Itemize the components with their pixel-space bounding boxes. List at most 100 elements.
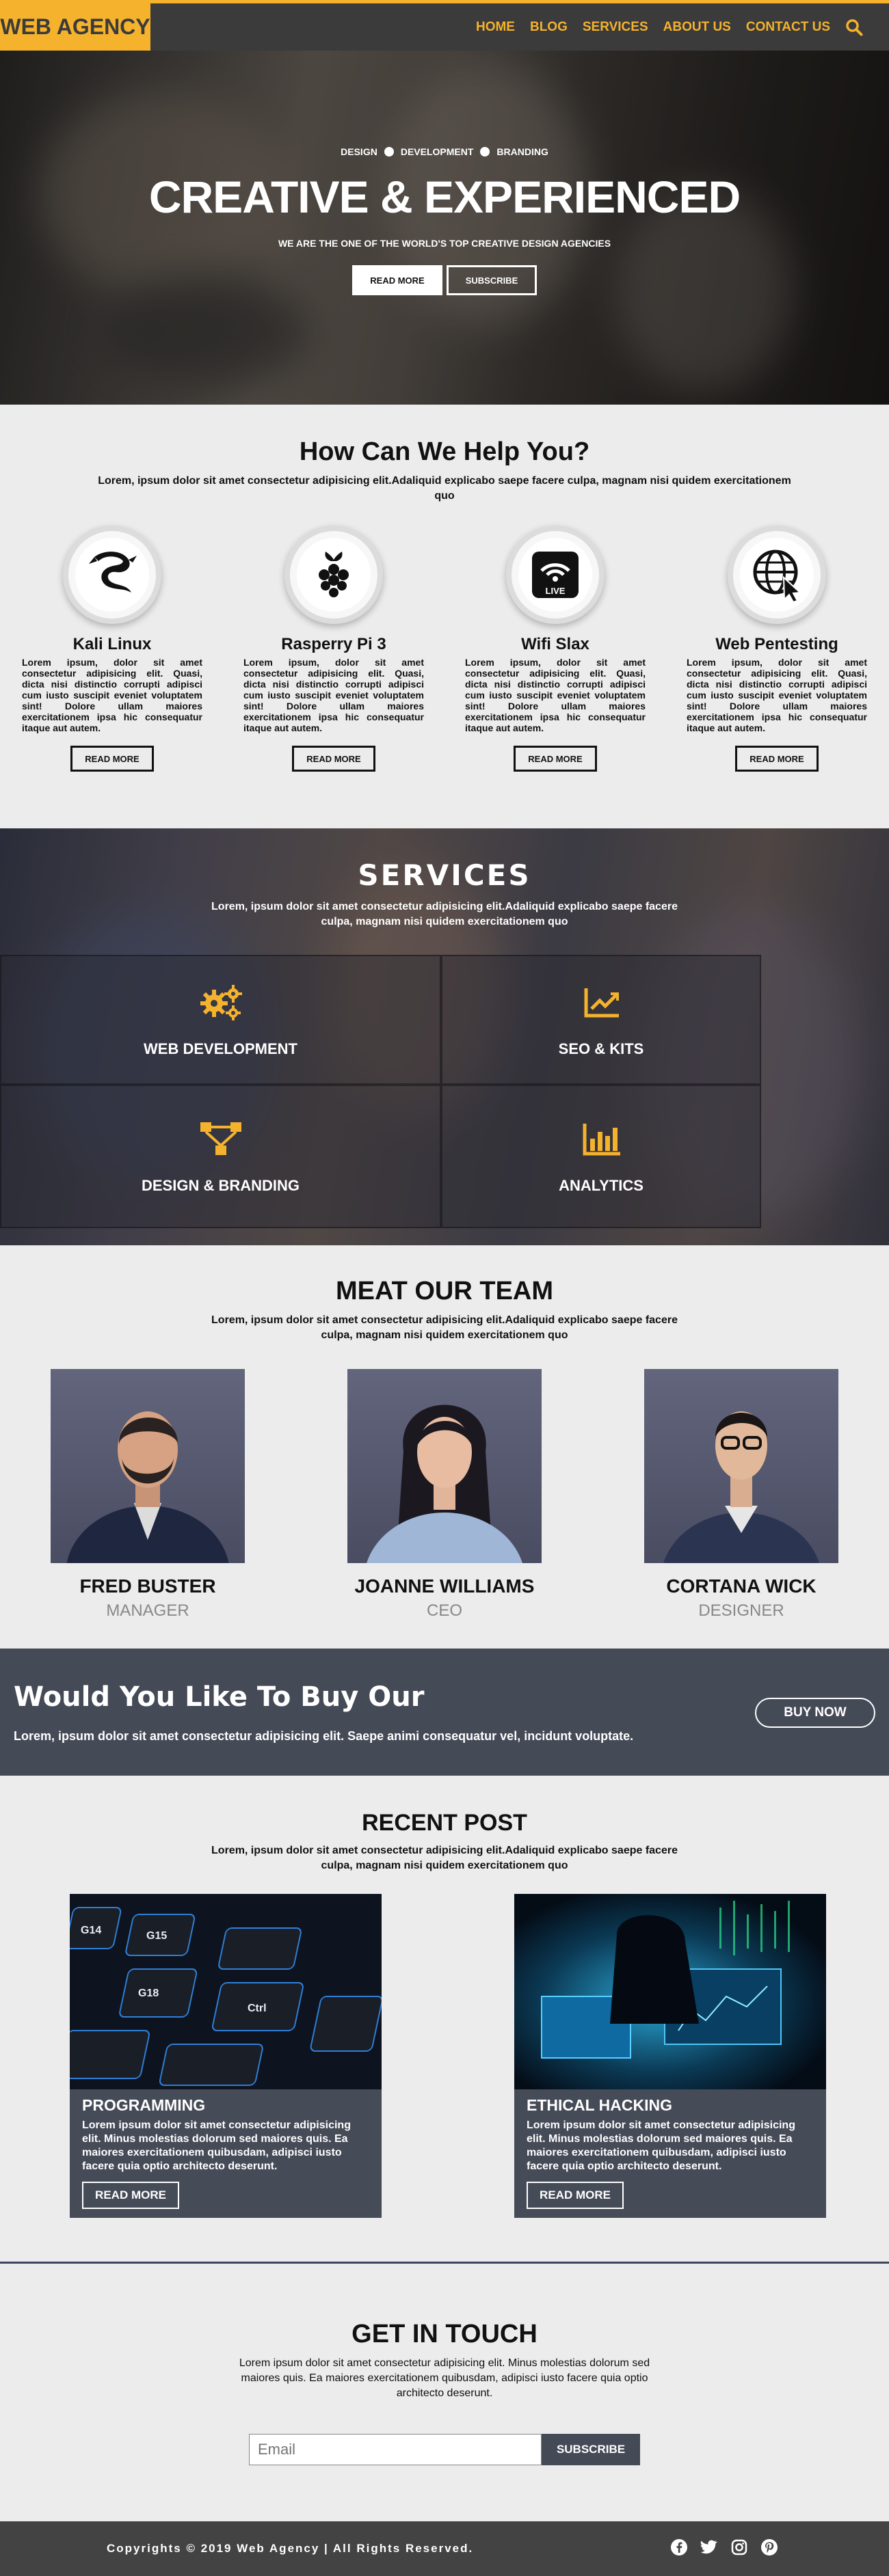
- read-more-button[interactable]: READ MORE: [514, 746, 597, 772]
- service-label: SEO & KITS: [558, 1040, 644, 1057]
- hero-content: DESIGN DEVELOPMENT BRANDING CREATIVE & E…: [0, 146, 889, 295]
- card-title: Rasperry Pi 3: [281, 635, 386, 653]
- subscribe-button[interactable]: SUBSCRIBE: [447, 265, 537, 295]
- navbar: WEB AGENCY HOME BLOG SERVICES ABOUT US C…: [0, 0, 889, 54]
- service-design-branding[interactable]: DESIGN & BRANDING: [0, 1085, 441, 1228]
- brand-logo[interactable]: WEB AGENCY: [0, 0, 150, 54]
- read-more-button[interactable]: READ MORE: [527, 2182, 624, 2209]
- hero-tag: DEVELOPMENT: [400, 146, 474, 157]
- service-seo-kits[interactable]: SEO & KITS: [441, 955, 761, 1085]
- section-title: How Can We Help You?: [299, 437, 590, 466]
- nav-blog[interactable]: BLOG: [530, 20, 568, 35]
- member-name: FRED BUSTER: [79, 1575, 216, 1597]
- card-text: Lorem ipsum, dolor sit amet consectetur …: [243, 657, 424, 733]
- member-role: CEO: [426, 1601, 462, 1620]
- banner-title: Would You Like To Buy Our: [14, 1681, 425, 1713]
- team-section: MEAT OUR TEAM Lorem, ipsum dolor sit ame…: [0, 1245, 889, 1649]
- avatar: [347, 1369, 542, 1563]
- subscribe-button[interactable]: SUBSCRIBE: [542, 2434, 640, 2465]
- nav-services[interactable]: SERVICES: [583, 20, 648, 35]
- hero-title: CREATIVE & EXPERIENCED: [148, 172, 741, 222]
- copyright-text: Copyrights © 2019 Web Agency | All Right…: [107, 2542, 474, 2555]
- pinterest-icon[interactable]: [760, 2538, 778, 2556]
- post-text: Lorem ipsum dolor sit amet consectetur a…: [82, 2119, 351, 2172]
- network-icon: [200, 1122, 241, 1155]
- section-description: Lorem, ipsum dolor sit amet consectetur …: [211, 1845, 678, 1871]
- key-label: G14: [81, 1925, 101, 1936]
- hero-tag: DESIGN: [341, 146, 377, 157]
- dot-separator-icon: [480, 147, 490, 157]
- read-more-button[interactable]: READ MORE: [352, 265, 442, 295]
- help-card: Kali Linux Lorem ipsum, dolor sit amet c…: [22, 531, 202, 772]
- service-label: DESIGN & BRANDING: [141, 1177, 300, 1194]
- hero-section: DESIGN DEVELOPMENT BRANDING CREATIVE & E…: [0, 51, 889, 405]
- member-role: MANAGER: [106, 1601, 189, 1620]
- service-label: ANALYTICS: [559, 1177, 643, 1194]
- hero-subtitle: WE ARE THE ONE OF THE WORLD'S TOP CREATI…: [278, 238, 611, 249]
- bar-chart-icon: [583, 1124, 620, 1156]
- buy-banner: Would You Like To Buy Our Lorem, ipsum d…: [0, 1649, 889, 1776]
- card-text: Lorem ipsum, dolor sit amet consectetur …: [687, 657, 867, 733]
- help-card: Web Pentesting Lorem ipsum, dolor sit am…: [687, 531, 867, 772]
- hero-tags: DESIGN DEVELOPMENT BRANDING: [0, 146, 889, 157]
- subscribe-form: SUBSCRIBE: [0, 2434, 889, 2465]
- help-section: How Can We Help You? Lorem, ipsum dolor …: [0, 405, 889, 828]
- help-card: Rasperry Pi 3 Lorem ipsum, dolor sit ame…: [243, 531, 424, 772]
- section-title: SERVICES: [358, 858, 531, 892]
- section-description: Lorem, ipsum dolor sit amet consectetur …: [211, 901, 678, 927]
- raspberry-pi-icon: [290, 531, 377, 619]
- avatar: [51, 1369, 245, 1563]
- post-text: Lorem ipsum dolor sit amet consectetur a…: [527, 2119, 795, 2172]
- live-badge: LIVE: [546, 586, 566, 596]
- nav-contact-us[interactable]: CONTACT US: [746, 20, 830, 35]
- team-member: FRED BUSTER MANAGER: [51, 1369, 245, 1621]
- section-title: GET IN TOUCH: [351, 2320, 538, 2348]
- hacker-image: [514, 1894, 826, 2089]
- social-links: [670, 2538, 778, 2556]
- section-description: Lorem, ipsum dolor sit amet consectetur …: [211, 1314, 678, 1341]
- read-more-button[interactable]: READ MORE: [82, 2182, 179, 2209]
- post-title: PROGRAMMING: [82, 2096, 206, 2114]
- avatar: [644, 1369, 838, 1563]
- read-more-button[interactable]: READ MORE: [70, 746, 154, 772]
- key-label: Ctrl: [248, 2003, 267, 2014]
- main-menu: HOME BLOG SERVICES ABOUT US CONTACT US: [476, 3, 863, 51]
- hero-buttons: READ MORE SUBSCRIBE: [0, 265, 889, 295]
- twitter-icon[interactable]: [700, 2538, 718, 2556]
- nav-about-us[interactable]: ABOUT US: [663, 20, 731, 35]
- services-section: SERVICES Lorem, ipsum dolor sit amet con…: [0, 828, 889, 1245]
- post-card: G14 G15 G18 Ctrl PROGRAMMING Lorem ipsum…: [70, 1894, 382, 2218]
- wifi-slax-icon: LIVE: [512, 531, 599, 619]
- team-members: FRED BUSTER MANAGER JOANNE WILLIAMS CEO: [0, 1369, 889, 1621]
- read-more-button[interactable]: READ MORE: [292, 746, 375, 772]
- card-title: Wifi Slax: [521, 635, 589, 653]
- chart-line-icon: [584, 988, 619, 1018]
- service-web-development[interactable]: WEB DEVELOPMENT: [0, 955, 441, 1085]
- read-more-button[interactable]: READ MORE: [735, 746, 819, 772]
- contact-section: GET IN TOUCH Lorem ipsum dolor sit amet …: [0, 2264, 889, 2521]
- instagram-icon[interactable]: [730, 2538, 748, 2556]
- card-text: Lorem ipsum, dolor sit amet consectetur …: [465, 657, 646, 733]
- help-card: LIVE Wifi Slax Lorem ipsum, dolor sit am…: [465, 531, 646, 772]
- buy-now-button[interactable]: BUY NOW: [755, 1698, 875, 1728]
- post-card: ETHICAL HACKING Lorem ipsum dolor sit am…: [514, 1894, 826, 2218]
- dot-separator-icon: [384, 147, 394, 157]
- post-list: G14 G15 G18 Ctrl PROGRAMMING Lorem ipsum…: [0, 1894, 889, 2218]
- search-icon[interactable]: [845, 18, 863, 36]
- member-name: CORTANA WICK: [666, 1575, 817, 1597]
- globe-cursor-icon: [733, 531, 821, 619]
- team-member: JOANNE WILLIAMS CEO: [347, 1369, 542, 1621]
- footer: Copyrights © 2019 Web Agency | All Right…: [0, 2521, 889, 2576]
- hero-tag: BRANDING: [496, 146, 548, 157]
- nav-home[interactable]: HOME: [476, 20, 515, 35]
- member-role: DESIGNER: [698, 1601, 784, 1620]
- section-title: MEAT OUR TEAM: [335, 1277, 554, 1305]
- service-label: WEB DEVELOPMENT: [144, 1040, 297, 1057]
- section-description: Lorem, ipsum dolor sit amet consectetur …: [98, 475, 791, 502]
- email-field[interactable]: [249, 2434, 542, 2465]
- service-analytics[interactable]: ANALYTICS: [441, 1085, 761, 1228]
- kali-dragon-icon: [68, 531, 156, 619]
- key-label: G18: [138, 1988, 159, 1999]
- facebook-icon[interactable]: [670, 2538, 688, 2556]
- post-title: ETHICAL HACKING: [527, 2096, 672, 2114]
